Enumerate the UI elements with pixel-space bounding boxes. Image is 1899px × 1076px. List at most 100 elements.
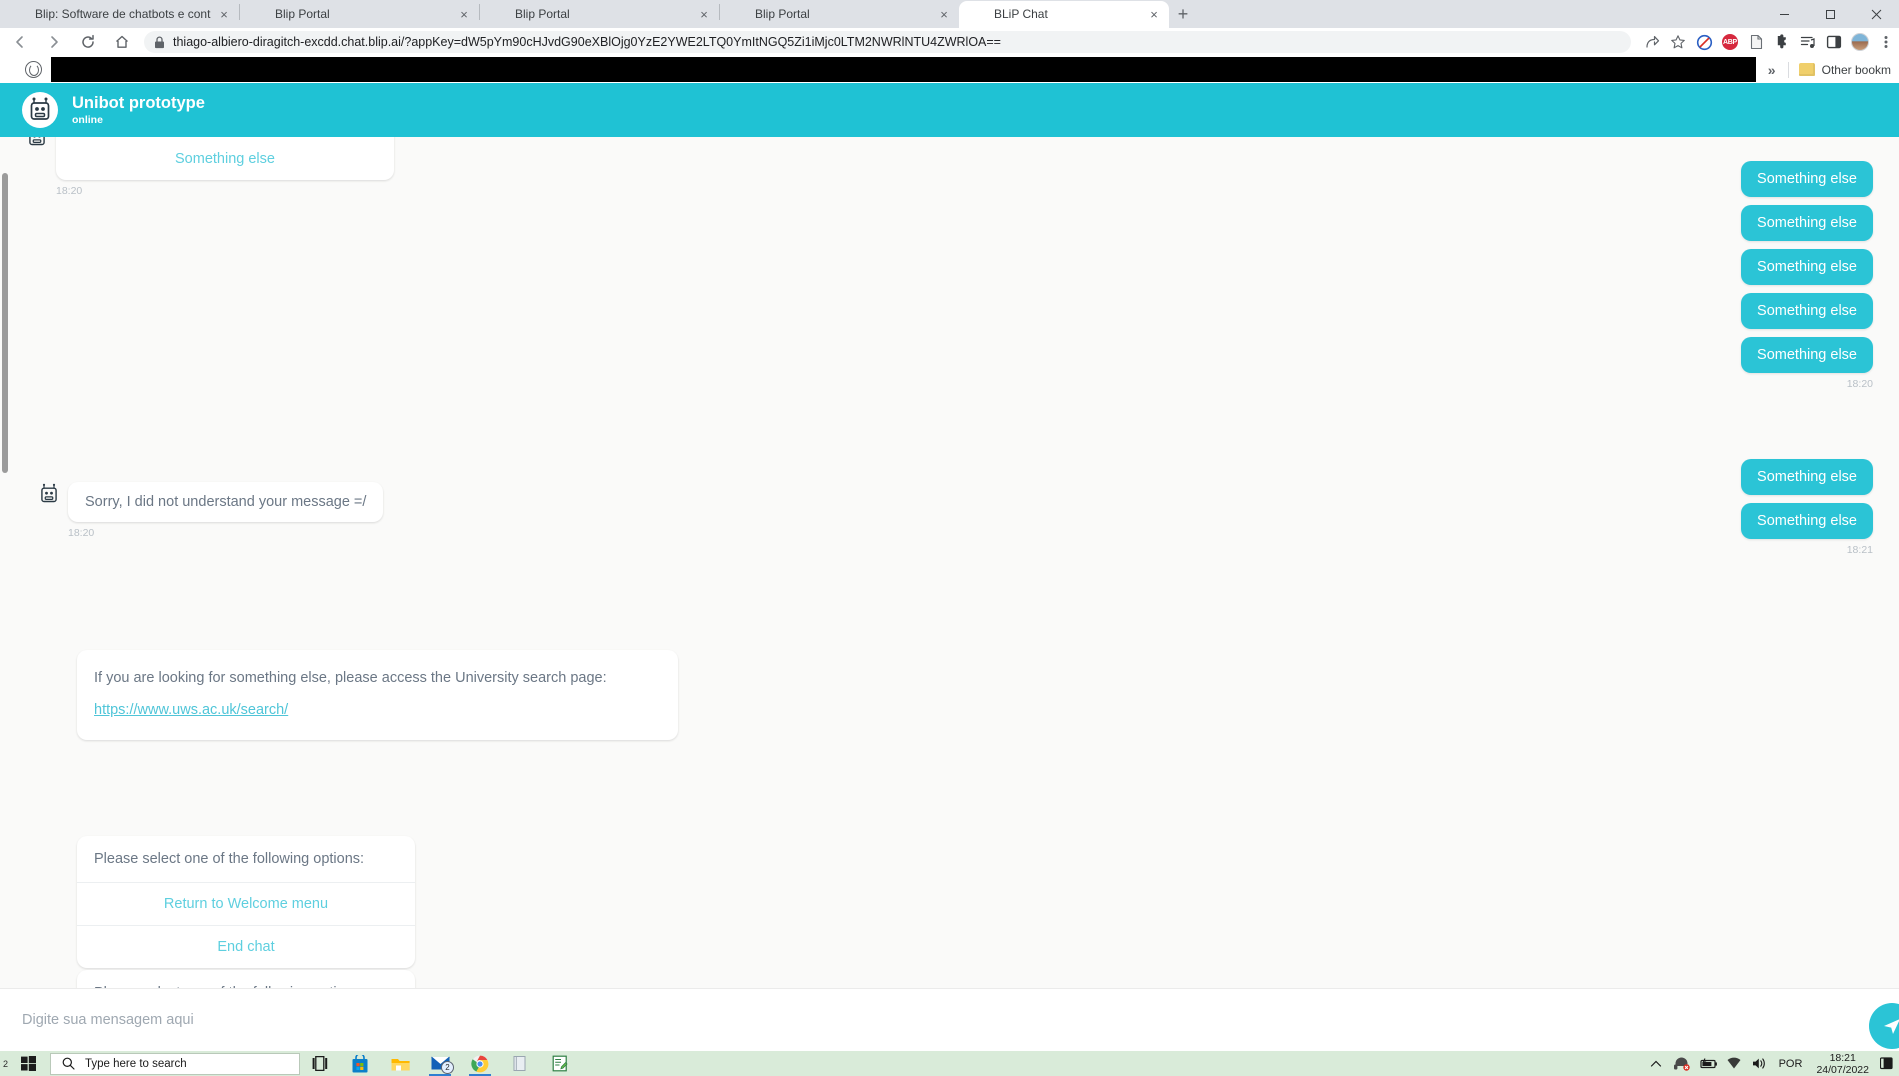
browser-tab-4-active[interactable]: BLiP Chat × — [959, 1, 1169, 28]
blip-drop-icon — [491, 7, 507, 23]
notification-icon[interactable] — [1877, 1057, 1895, 1070]
reading-list-icon[interactable] — [1795, 29, 1821, 55]
tab-close-button[interactable]: × — [935, 6, 953, 24]
chrome-menu-icon[interactable] — [1873, 29, 1899, 55]
window-maximize-button[interactable] — [1807, 0, 1853, 28]
sidepanel-icon[interactable] — [1821, 29, 1847, 55]
other-bookmarks-button[interactable]: Other bookm — [1789, 63, 1899, 77]
star-icon[interactable] — [1665, 29, 1691, 55]
browser-tab-3[interactable]: Blip Portal × — [720, 1, 959, 28]
window-close-button[interactable] — [1853, 0, 1899, 28]
tab-close-button[interactable]: × — [1145, 6, 1163, 24]
reload-button[interactable] — [74, 28, 102, 56]
tab-close-button[interactable]: × — [455, 6, 473, 24]
message-input[interactable] — [22, 1012, 1622, 1028]
screen-root: Blip: Software de chatbots e cont × Blip… — [0, 0, 1899, 1076]
user-message-bubble: Something else — [1741, 161, 1873, 197]
headset-muted-icon[interactable] — [1669, 1051, 1695, 1076]
tabstrip: Blip: Software de chatbots e cont × Blip… — [0, 0, 1761, 28]
bot-link-card: If you are looking for something else, p… — [77, 650, 678, 740]
message-bot-prompt-card: Please select one of the following optio… — [77, 970, 1899, 988]
browser-tab-strip: Blip: Software de chatbots e cont × Blip… — [0, 0, 1899, 28]
user-message-bubble: Something else — [1741, 205, 1873, 241]
message-column: Something else 18:20 — [56, 137, 394, 197]
volume-icon[interactable] — [1747, 1051, 1773, 1076]
block-icon[interactable] — [1691, 29, 1717, 55]
window-controls — [1761, 0, 1899, 28]
blip-drop-icon — [11, 7, 27, 23]
bookmarks-overflow-button[interactable]: » — [1756, 62, 1788, 78]
chat-scrollbar-thumb[interactable] — [2, 173, 8, 473]
battery-icon[interactable] — [1695, 1051, 1721, 1076]
browser-tab-0[interactable]: Blip: Software de chatbots e cont × — [0, 1, 239, 28]
tab-title: Blip: Software de chatbots e cont — [35, 7, 211, 21]
clock-date: 24/07/2022 — [1816, 1063, 1869, 1076]
tab-title: Blip Portal — [515, 7, 570, 21]
card-option-something-else[interactable]: Something else — [56, 137, 394, 180]
share-icon[interactable] — [1639, 29, 1665, 55]
user-message-bubble: Something else — [1741, 293, 1873, 329]
menu-card-prompt: Please select one of the following optio… — [94, 851, 365, 867]
link-card-text: If you are looking for something else, p… — [77, 650, 678, 740]
window-minimize-button[interactable] — [1761, 0, 1807, 28]
chat-title: Unibot prototype — [72, 94, 205, 112]
sticky-notes-icon[interactable] — [500, 1051, 540, 1076]
prompt-card-text: Please select one of the following optio… — [77, 970, 415, 988]
message-bot-menu-card: Please select one of the following optio… — [77, 836, 1899, 968]
document-icon[interactable] — [1743, 29, 1769, 55]
bot-option-card: Something else — [56, 137, 394, 180]
globe-bookmark-icon[interactable] — [25, 61, 42, 78]
mail-icon[interactable]: 2 — [420, 1051, 460, 1076]
extensions-icon[interactable] — [1769, 29, 1795, 55]
globe-icon — [970, 7, 986, 23]
new-tab-button[interactable]: + — [1169, 0, 1197, 28]
chat-header: Unibot prototype online — [0, 83, 1899, 137]
task-view-icon[interactable] — [300, 1051, 340, 1076]
university-search-link[interactable]: https://www.uws.ac.uk/search/ — [94, 700, 288, 720]
system-tray: POR 18:21 24/07/2022 — [1643, 1051, 1899, 1076]
tab-close-button[interactable]: × — [695, 6, 713, 24]
menu-option-return-to-welcome-menu[interactable]: Return to Welcome menu — [77, 882, 415, 925]
google-chrome-icon[interactable] — [460, 1051, 500, 1076]
send-button[interactable] — [1869, 1003, 1899, 1049]
home-button[interactable] — [108, 28, 136, 56]
back-button[interactable] — [6, 28, 34, 56]
user-message-bubble: Something else — [1741, 337, 1873, 373]
notepad-editor-icon[interactable] — [540, 1051, 580, 1076]
user-message-bubble: Something else — [1741, 503, 1873, 539]
abp-icon[interactable]: ABP — [1717, 29, 1743, 55]
message-timestamp: 18:20 — [56, 185, 83, 197]
address-bar[interactable]: thiago-albiero-diragitch-excdd.chat.blip… — [144, 31, 1631, 53]
search-input[interactable]: Type here to search — [50, 1052, 301, 1075]
profile-avatar-icon[interactable] — [1847, 29, 1873, 55]
start-icon[interactable] — [8, 1051, 48, 1076]
user-message-bubble: Something else — [1741, 249, 1873, 285]
bot-text-card: Sorry, I did not understand your message… — [68, 482, 384, 522]
browser-tab-1[interactable]: Blip Portal × — [240, 1, 479, 28]
blip-drop-icon — [251, 7, 267, 23]
tab-title: Blip Portal — [755, 7, 810, 21]
clock[interactable]: 18:21 24/07/2022 — [1816, 1052, 1869, 1076]
message-timestamp: 18:20 — [68, 527, 95, 539]
tray-expand-button[interactable] — [1643, 1051, 1669, 1076]
robot-icon — [26, 137, 48, 149]
message-column: Please select one of the following optio… — [77, 970, 415, 988]
bookmarks-bar: » Other bookm — [0, 56, 1899, 83]
tab-title: Blip Portal — [275, 7, 330, 21]
bot-message-text: Sorry, I did not understand your message… — [85, 494, 367, 510]
forward-button[interactable] — [40, 28, 68, 56]
bot-options-card: Please select one of the following optio… — [77, 836, 415, 968]
message-user-group-2: Something else Something else 18:21 — [1741, 459, 1873, 556]
wifi-icon[interactable] — [1721, 1051, 1747, 1076]
chat-scrollbar-rail[interactable] — [0, 83, 10, 983]
bot-prompt-card: Please select one of the following optio… — [77, 970, 415, 988]
chat-header-text: Unibot prototype online — [72, 93, 205, 127]
chat-message-list[interactable]: Something else 18:20 Something else Some… — [0, 137, 1899, 988]
browser-tab-2[interactable]: Blip Portal × — [480, 1, 719, 28]
language-indicator[interactable]: POR — [1779, 1058, 1803, 1070]
tab-close-button[interactable]: × — [215, 6, 233, 24]
windows-taskbar: 2 Type here to search 2 POR 18:21 24/07/… — [0, 1051, 1899, 1076]
file-explorer-icon[interactable] — [380, 1051, 420, 1076]
microsoft-store-icon[interactable] — [340, 1051, 380, 1076]
menu-option-end-chat[interactable]: End chat — [77, 925, 415, 968]
